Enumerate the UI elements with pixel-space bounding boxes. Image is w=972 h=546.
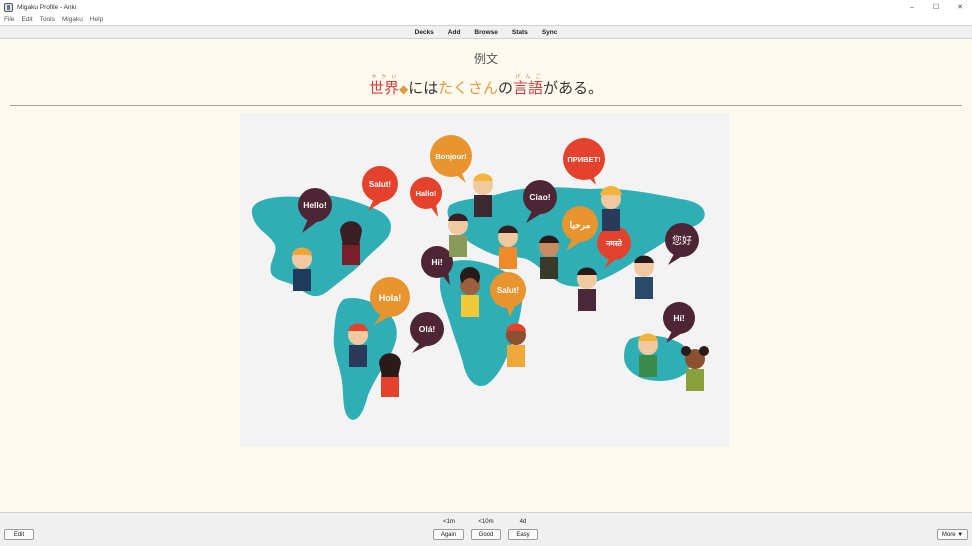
speech-bubble-hi-2: Hi! — [663, 302, 695, 343]
main-toolbar: Decks Add Browse Stats Sync — [0, 25, 972, 39]
toolbar-sync[interactable]: Sync — [542, 29, 558, 36]
sentence-ending: がある。 — [542, 79, 603, 97]
menu-tools[interactable]: Tools — [40, 16, 55, 23]
svg-text:ПРИВЕТ!: ПРИВЕТ! — [567, 155, 600, 164]
particle-niha: には — [408, 79, 438, 97]
speech-bubble-privet: ПРИВЕТ! — [563, 138, 605, 185]
svg-text:您好: 您好 — [672, 234, 692, 247]
svg-text:مرحبا: مرحبا — [570, 220, 591, 231]
title-bar: Migaku Profile - Anki – ☐ ✕ — [0, 0, 972, 14]
svg-text:Hi!: Hi! — [431, 257, 443, 267]
close-icon[interactable]: ✕ — [948, 0, 972, 14]
again-button[interactable]: Again — [433, 529, 464, 540]
card-divider — [10, 105, 962, 106]
speech-bubble-salut-1: Salut! — [362, 166, 398, 211]
svg-text:Salut!: Salut! — [369, 180, 391, 189]
speech-bubble-hi-1: Hi! — [421, 246, 453, 285]
particle-no: の — [497, 79, 513, 97]
easy-button[interactable]: Easy — [508, 529, 538, 540]
speech-bubble-ola: Olá! — [410, 312, 444, 353]
svg-text:Bonjour!: Bonjour! — [435, 152, 466, 161]
svg-text:Hello!: Hello! — [303, 200, 327, 210]
toolbar-stats[interactable]: Stats — [512, 29, 528, 36]
diamond-icon: ◆ — [399, 82, 409, 96]
svg-text:Hallo!: Hallo! — [416, 189, 437, 198]
card-label: 例文 — [473, 52, 498, 66]
svg-text:Hi!: Hi! — [673, 313, 685, 323]
svg-text:Ciao!: Ciao! — [529, 192, 550, 202]
svg-text:Hola!: Hola! — [379, 293, 402, 303]
speech-bubble-nihao: 您好 — [665, 223, 699, 265]
card-view: 例文 世界せかい◆にはたくさんの言語げんごがある。 Hello! Salut! … — [0, 39, 972, 512]
toolbar-decks[interactable]: Decks — [415, 29, 434, 36]
svg-text:नमस्ते: नमस्ते — [605, 239, 623, 248]
menu-bar: File Edit Tools Migaku Help — [0, 14, 972, 25]
anki-app-icon — [4, 2, 13, 12]
word-gengo: 言語げんご — [512, 74, 543, 97]
toolbar-browse[interactable]: Browse — [474, 29, 497, 36]
menu-edit[interactable]: Edit — [21, 16, 32, 23]
menu-migaku[interactable]: Migaku — [62, 16, 83, 23]
easy-interval: 4d — [519, 519, 527, 525]
word-sekai: 世界せかい — [368, 74, 399, 97]
menu-file[interactable]: File — [4, 16, 14, 23]
good-button[interactable]: Good — [471, 529, 501, 540]
more-button[interactable]: More ▼ — [937, 529, 968, 540]
minimize-icon[interactable]: – — [900, 0, 924, 14]
svg-text:Salut!: Salut! — [497, 286, 519, 295]
window-title: Migaku Profile - Anki — [17, 3, 77, 11]
again-interval: <1m — [443, 519, 455, 525]
window-controls: – ☐ ✕ — [900, 0, 972, 14]
toolbar-add[interactable]: Add — [448, 29, 461, 36]
menu-help[interactable]: Help — [90, 16, 103, 23]
speech-bubble-bonjour: Bonjour! — [430, 135, 472, 183]
speech-bubble-hallo: Hallo! — [410, 177, 442, 217]
good-interval: <10m — [478, 519, 494, 525]
edit-button[interactable]: Edit — [4, 529, 34, 540]
review-bottom-bar: Edit <1m Again <10m Good 4d Easy More ▼ — [0, 512, 972, 546]
world-languages-image: Hello! Salut! Bonjour! Hallo! ПРИВЕТ! Ci… — [240, 113, 729, 447]
maximize-icon[interactable]: ☐ — [924, 0, 948, 14]
example-sentence: 世界せかい◆にはたくさんの言語げんごがある。 — [0, 74, 972, 100]
word-takusan: たくさん — [437, 79, 498, 97]
svg-text:Olá!: Olá! — [419, 324, 436, 334]
